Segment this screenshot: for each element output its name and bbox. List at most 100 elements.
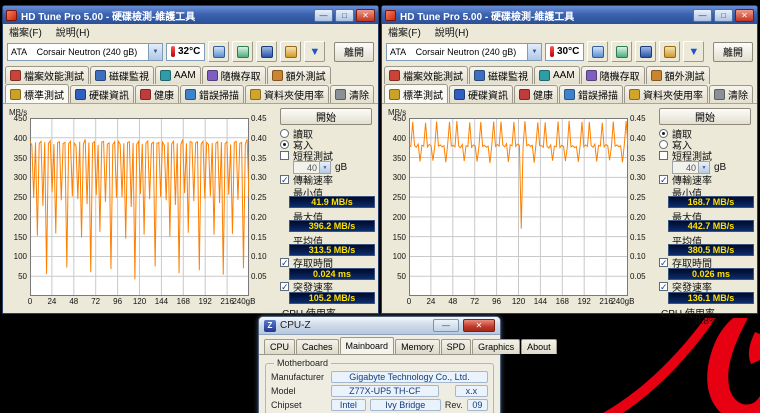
menu-file[interactable]: 檔案(F) bbox=[9, 24, 42, 39]
tab-benchmark[interactable]: 標準測試 bbox=[384, 84, 448, 103]
tab-label: 額外測試 bbox=[665, 68, 705, 83]
tab-file-benchmark[interactable]: 檔案效能測試 bbox=[5, 66, 89, 84]
download-button[interactable] bbox=[304, 41, 325, 62]
transfer-rate-checkbox[interactable]: 傳輸速率 bbox=[280, 174, 375, 185]
cpuz-title-bar[interactable]: Z CPU-Z bbox=[259, 317, 500, 335]
minimize-button[interactable] bbox=[314, 9, 333, 22]
access-time-checkbox[interactable]: 存取時間 bbox=[659, 257, 754, 268]
avg-label: 平均值 bbox=[280, 233, 375, 244]
tab-disk-monitor-icon bbox=[95, 70, 106, 81]
title-bar[interactable]: HD Tune Pro 5.00 - 硬碟檢測-維護工具 bbox=[382, 6, 757, 24]
tab-info[interactable]: 硬碟資訊 bbox=[449, 85, 513, 103]
tab-folder-usage[interactable]: 資料夾使用率 bbox=[245, 85, 329, 103]
close-button[interactable] bbox=[356, 9, 375, 22]
tab-aam[interactable]: AAM bbox=[155, 66, 201, 84]
tab-erase[interactable]: 清除 bbox=[709, 85, 753, 103]
close-button[interactable] bbox=[463, 319, 495, 332]
exit-button[interactable]: 離開 bbox=[713, 42, 753, 62]
tab-error-scan[interactable]: 錯誤掃描 bbox=[559, 85, 623, 103]
y-axis-tick: 200 bbox=[14, 213, 27, 222]
y2-axis-tick: 0.45 bbox=[251, 114, 267, 123]
close-button[interactable] bbox=[735, 9, 754, 22]
benchmark-plot bbox=[409, 118, 628, 296]
x-axis-tick: 192 bbox=[578, 297, 591, 306]
tab-health[interactable]: 健康 bbox=[135, 85, 179, 103]
y-axis-tick: 400 bbox=[14, 134, 27, 143]
tab-benchmark[interactable]: 標準測試 bbox=[5, 84, 69, 103]
tab-file-benchmark[interactable]: 檔案效能測試 bbox=[384, 66, 468, 84]
window-title: HD Tune Pro 5.00 - 硬碟檢測-維護工具 bbox=[400, 8, 693, 23]
menu-help[interactable]: 說明(H) bbox=[435, 24, 469, 39]
cpuz-tab-mainboard[interactable]: Mainboard bbox=[340, 337, 395, 354]
tab-random-access[interactable]: 隨機存取 bbox=[581, 66, 645, 84]
copy-button[interactable] bbox=[587, 41, 608, 62]
cpuz-tab-spd[interactable]: SPD bbox=[441, 339, 472, 354]
access-time-checkbox[interactable]: 存取時間 bbox=[280, 257, 375, 268]
cpuz-tab-bar: CPUCachesMainboardMemorySPDGraphicsAbout bbox=[259, 335, 500, 355]
chevron-down-icon[interactable] bbox=[148, 44, 162, 60]
cpuz-tab-caches[interactable]: Caches bbox=[296, 339, 339, 354]
tab-label: 硬碟資訊 bbox=[89, 87, 129, 102]
save-button[interactable] bbox=[256, 41, 277, 62]
window-title: HD Tune Pro 5.00 - 硬碟檢測-維護工具 bbox=[21, 8, 314, 23]
short-stroke-checkbox[interactable]: 短程測試 bbox=[280, 150, 375, 161]
max-label: 最大值 bbox=[659, 209, 754, 220]
tab-row-2: 標準測試硬碟資訊健康 錯誤掃描資料夾使用率清除 bbox=[382, 84, 757, 104]
save-button[interactable] bbox=[635, 41, 656, 62]
chevron-down-icon[interactable] bbox=[527, 44, 541, 60]
minimize-button[interactable] bbox=[433, 319, 459, 332]
download-button[interactable] bbox=[683, 41, 704, 62]
x-axis-tick: 72 bbox=[91, 297, 100, 306]
save-icon bbox=[640, 46, 652, 58]
screenshot-button[interactable] bbox=[232, 41, 253, 62]
tab-extra-tests[interactable]: 額外測試 bbox=[267, 66, 331, 84]
options-button[interactable] bbox=[280, 41, 301, 62]
x-axis-tick: 240gB bbox=[611, 297, 634, 306]
tab-disk-monitor[interactable]: 磁碟監視 bbox=[90, 66, 154, 84]
tab-label: AAM bbox=[553, 70, 575, 81]
burst-rate-checkbox[interactable]: 突發速率 bbox=[659, 281, 754, 292]
tab-info[interactable]: 硬碟資訊 bbox=[70, 85, 134, 103]
cpuz-tab-memory[interactable]: Memory bbox=[395, 339, 440, 354]
copy-button[interactable] bbox=[208, 41, 229, 62]
tab-benchmark-icon bbox=[10, 89, 21, 100]
cpuz-tab-about[interactable]: About bbox=[521, 339, 557, 354]
tab-aam[interactable]: AAM bbox=[534, 66, 580, 84]
maximize-button[interactable] bbox=[714, 9, 733, 22]
tab-label: 錯誤掃描 bbox=[578, 87, 618, 102]
y-axis-tick: 50 bbox=[18, 272, 27, 281]
tab-random-access[interactable]: 隨機存取 bbox=[202, 66, 266, 84]
tab-erase[interactable]: 清除 bbox=[330, 85, 374, 103]
menu-help[interactable]: 說明(H) bbox=[56, 24, 90, 39]
tab-folder-usage-icon bbox=[629, 89, 640, 100]
minimize-button[interactable] bbox=[693, 9, 712, 22]
y2-axis-tick: 0.25 bbox=[630, 193, 646, 202]
tab-health[interactable]: 健康 bbox=[514, 85, 558, 103]
exit-button[interactable]: 離開 bbox=[334, 42, 374, 62]
benchmark-plot bbox=[30, 118, 249, 296]
tab-error-scan[interactable]: 錯誤掃描 bbox=[180, 85, 244, 103]
title-bar[interactable]: HD Tune Pro 5.00 - 硬碟檢測-維護工具 bbox=[3, 6, 378, 24]
cpuz-tab-cpu[interactable]: CPU bbox=[264, 339, 295, 354]
drive-select[interactable]: ATA Corsair Neutron (240 gB) bbox=[7, 43, 163, 61]
cpuz-tab-graphics[interactable]: Graphics bbox=[472, 339, 520, 354]
maximize-button[interactable] bbox=[335, 9, 354, 22]
start-button[interactable]: 開始 bbox=[659, 108, 751, 125]
x-axis-tick: 0 bbox=[28, 297, 32, 306]
tab-disk-monitor[interactable]: 磁碟監視 bbox=[469, 66, 533, 84]
tab-extra-tests[interactable]: 額外測試 bbox=[646, 66, 710, 84]
tab-folder-usage[interactable]: 資料夾使用率 bbox=[624, 85, 708, 103]
tab-aam-icon bbox=[539, 70, 550, 81]
menu-file[interactable]: 檔案(F) bbox=[388, 24, 421, 39]
drive-select[interactable]: ATA Corsair Neutron (240 gB) bbox=[386, 43, 542, 61]
screenshot-icon bbox=[616, 46, 628, 58]
screenshot-button[interactable] bbox=[611, 41, 632, 62]
transfer-rate-checkbox[interactable]: 傳輸速率 bbox=[659, 174, 754, 185]
short-stroke-checkbox[interactable]: 短程測試 bbox=[659, 150, 754, 161]
thermometer-icon bbox=[550, 46, 554, 57]
burst-rate-checkbox[interactable]: 突發速率 bbox=[280, 281, 375, 292]
tab-error-scan-icon bbox=[564, 89, 575, 100]
start-button[interactable]: 開始 bbox=[280, 108, 372, 125]
options-button[interactable] bbox=[659, 41, 680, 62]
x-axis-tick: 240gB bbox=[232, 297, 255, 306]
